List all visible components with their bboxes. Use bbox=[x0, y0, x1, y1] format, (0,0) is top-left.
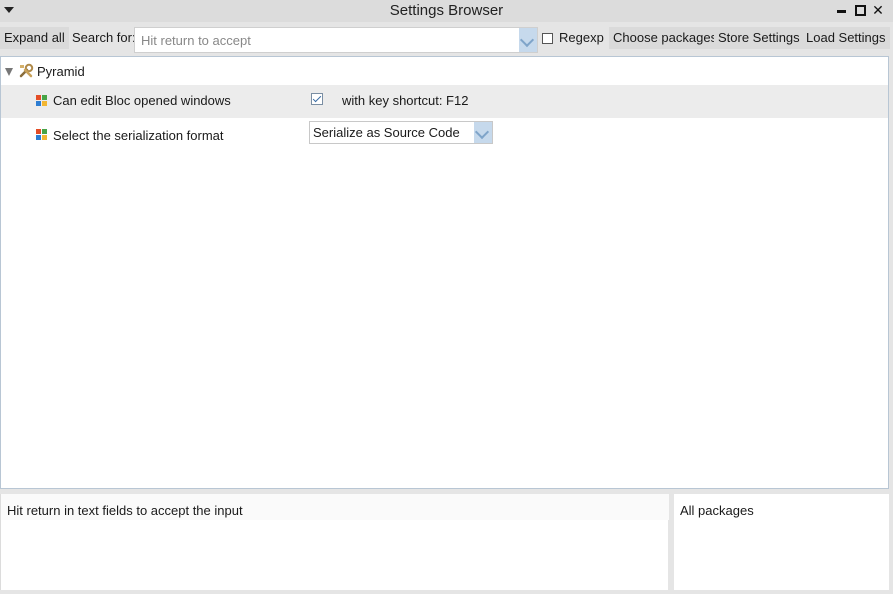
regexp-label[interactable]: Regexp bbox=[559, 27, 604, 49]
search-field[interactable] bbox=[134, 27, 538, 53]
shortcut-label: with key shortcut: F12 bbox=[342, 93, 469, 108]
close-icon[interactable]: ✕ bbox=[871, 3, 885, 17]
tools-icon bbox=[19, 63, 34, 78]
setting-icon bbox=[36, 129, 48, 141]
packages-label: All packages bbox=[680, 503, 754, 518]
search-input[interactable] bbox=[135, 28, 519, 52]
toolbar: Expand all Search for: Regexp Choose pac… bbox=[0, 22, 893, 56]
description-text: Hit return in text fields to accept the … bbox=[7, 503, 243, 518]
search-history-dropdown-icon[interactable] bbox=[519, 28, 537, 52]
choose-packages-button[interactable]: Choose packages bbox=[609, 27, 722, 49]
regexp-checkbox[interactable] bbox=[542, 33, 553, 44]
window-title: Settings Browser bbox=[389, 2, 504, 19]
setting-icon bbox=[36, 95, 48, 107]
store-settings-button[interactable]: Store Settings bbox=[714, 27, 804, 49]
setting-row-serialization[interactable]: Select the serialization format Serializ… bbox=[1, 118, 888, 152]
setting-row-bloc[interactable]: Can edit Bloc opened windows with key sh… bbox=[1, 85, 888, 118]
select-value: Serialize as Source Code bbox=[313, 125, 460, 140]
packages-panel[interactable]: All packages bbox=[674, 494, 889, 590]
settings-tree[interactable]: Pyramid Can edit Bloc opened windows wit… bbox=[0, 56, 889, 489]
search-label: Search for: bbox=[72, 30, 136, 45]
expand-all-button[interactable]: Expand all bbox=[0, 27, 69, 49]
maximize-icon[interactable] bbox=[853, 3, 867, 17]
tree-group-pyramid[interactable]: Pyramid bbox=[1, 59, 888, 85]
setting-label: Select the serialization format bbox=[53, 128, 224, 143]
serialization-format-select[interactable]: Serialize as Source Code bbox=[309, 121, 493, 144]
setting-label: Can edit Bloc opened windows bbox=[53, 93, 231, 108]
description-panel: Hit return in text fields to accept the … bbox=[0, 494, 669, 590]
expand-arrow-icon[interactable] bbox=[5, 68, 13, 76]
load-settings-button[interactable]: Load Settings bbox=[802, 27, 890, 49]
chevron-down-icon[interactable] bbox=[474, 122, 492, 143]
tree-group-label: Pyramid bbox=[37, 64, 85, 79]
minimize-icon[interactable] bbox=[835, 3, 849, 17]
window-titlebar: Settings Browser ✕ bbox=[0, 0, 893, 22]
bloc-edit-checkbox[interactable] bbox=[311, 93, 323, 105]
